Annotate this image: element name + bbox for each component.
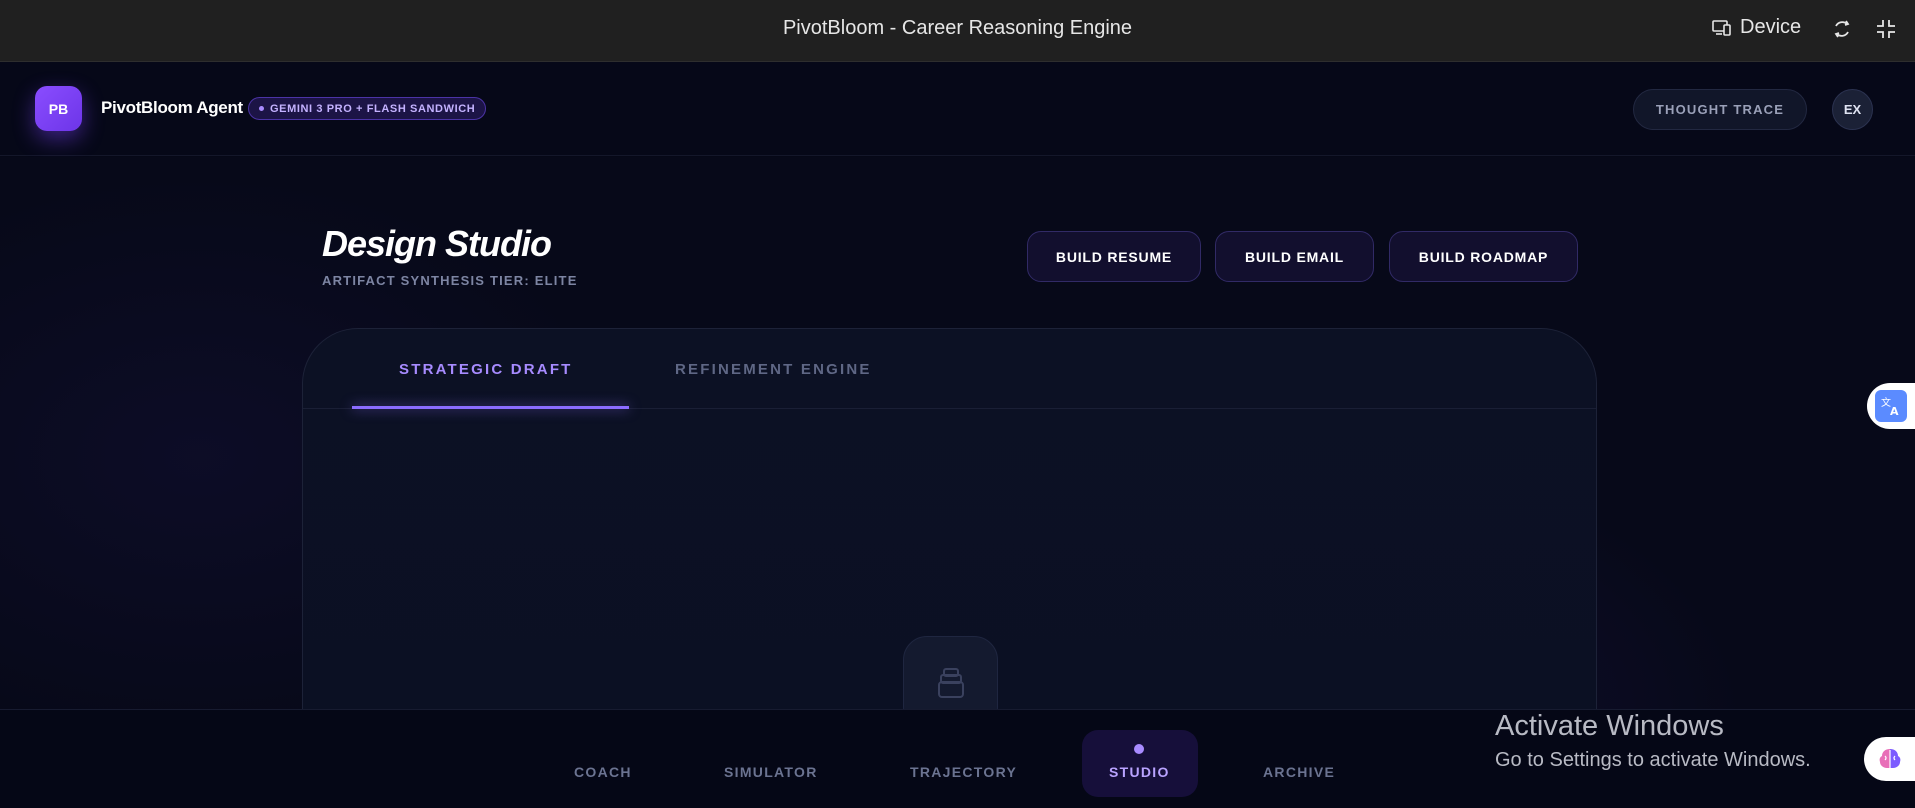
translate-icon: 文 A [1875, 390, 1907, 422]
build-email-button[interactable]: BUILD EMAIL [1215, 231, 1374, 282]
activate-windows-watermark: Activate Windows Go to Settings to activ… [1495, 710, 1811, 772]
page-title: Design Studio [322, 223, 552, 264]
tab-refinement-engine[interactable]: REFINEMENT ENGINE [675, 361, 872, 378]
collapse-icon[interactable] [1875, 18, 1897, 40]
nav-active-dot-icon [1134, 744, 1144, 754]
avatar[interactable]: EX [1832, 89, 1873, 130]
activate-windows-title: Activate Windows [1495, 710, 1724, 742]
app-header: PB PivotBloom Agent GEMINI 3 PRO + FLASH… [0, 62, 1915, 156]
panel-tabs: STRATEGIC DRAFT REFINEMENT ENGINE [303, 329, 1596, 409]
window-title: PivotBloom - Career Reasoning Engine [782, 17, 1133, 39]
stack-icon [937, 667, 964, 698]
nav-item-coach[interactable]: COACH [574, 764, 632, 780]
tab-strategic-draft[interactable]: STRATEGIC DRAFT [399, 361, 573, 378]
status-dot-icon [259, 106, 264, 111]
svg-text:A: A [1890, 405, 1899, 417]
nav-item-studio[interactable]: STUDIO [1109, 764, 1170, 780]
nav-item-simulator[interactable]: SIMULATOR [724, 764, 818, 780]
studio-panel: STRATEGIC DRAFT REFINEMENT ENGINE [302, 328, 1597, 748]
active-tab-indicator [352, 406, 629, 409]
assistant-widget[interactable] [1864, 737, 1915, 781]
device-button[interactable]: Device [1712, 16, 1801, 39]
brain-icon [1879, 749, 1901, 768]
brand-name: PivotBloom Agent [101, 98, 243, 117]
model-badge: GEMINI 3 PRO + FLASH SANDWICH [248, 97, 487, 120]
nav-item-archive[interactable]: ARCHIVE [1263, 764, 1335, 780]
rotate-icon[interactable] [1831, 18, 1853, 40]
nav-item-trajectory[interactable]: TRAJECTORY [910, 764, 1017, 780]
thought-trace-button[interactable]: THOUGHT TRACE [1633, 89, 1807, 130]
device-icon [1712, 19, 1731, 36]
build-roadmap-button[interactable]: BUILD ROADMAP [1389, 231, 1578, 282]
window-titlebar: PivotBloom - Career Reasoning Engine Dev… [0, 0, 1915, 62]
activate-windows-subtitle: Go to Settings to activate Windows. [1495, 749, 1811, 771]
page-subtitle: ARTIFACT SYNTHESIS TIER: ELITE [322, 273, 578, 288]
model-badge-label: GEMINI 3 PRO + FLASH SANDWICH [270, 102, 476, 115]
translate-widget[interactable]: 文 A [1867, 383, 1915, 429]
device-label: Device [1740, 16, 1802, 38]
app-logo: PB [35, 86, 82, 131]
build-resume-button[interactable]: BUILD RESUME [1027, 231, 1201, 282]
